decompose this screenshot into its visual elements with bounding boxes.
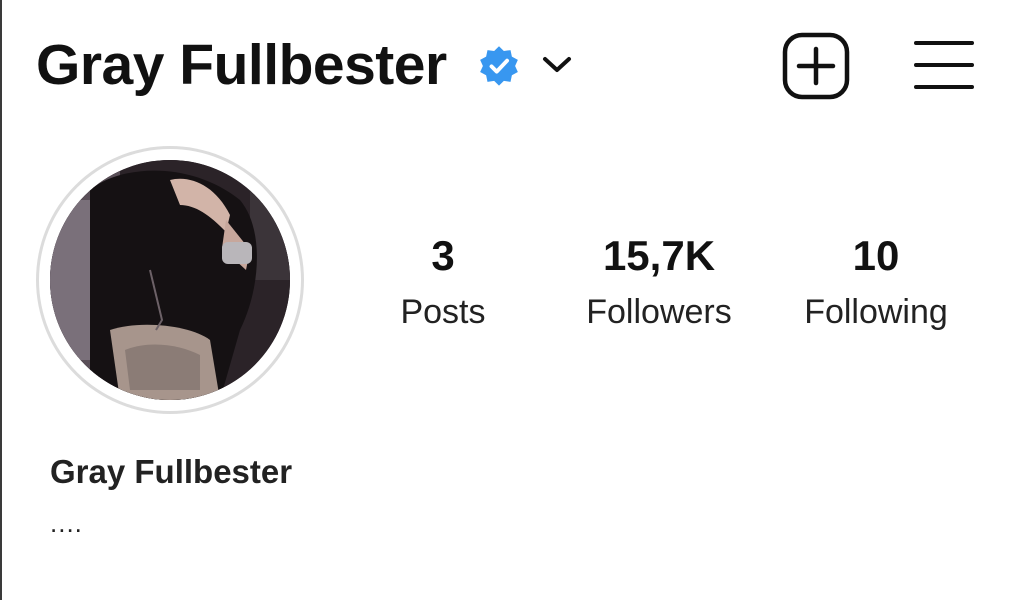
- avatar-photo: [50, 160, 290, 400]
- following-stat[interactable]: 10 Following: [776, 228, 976, 334]
- verified-badge-icon: [480, 46, 518, 86]
- following-label: Following: [804, 293, 948, 331]
- posts-stat[interactable]: 3 Posts: [343, 228, 543, 334]
- chevron-down-icon[interactable]: [538, 52, 576, 78]
- followers-count: 15,7K: [602, 232, 716, 279]
- username-title[interactable]: Gray Fullbester: [36, 28, 447, 102]
- avatar-ring[interactable]: [36, 146, 304, 414]
- followers-label: Followers: [586, 293, 732, 331]
- new-post-icon[interactable]: [780, 30, 852, 102]
- posts-count: 3: [431, 232, 455, 279]
- profile-bio: ....: [50, 508, 83, 538]
- profile-display-name: Gray Fullbester: [50, 453, 293, 490]
- profile-avatar[interactable]: [50, 160, 290, 400]
- posts-label: Posts: [400, 293, 486, 331]
- following-count: 10: [852, 232, 900, 279]
- profile-header: Gray Fullbester: [0, 0, 1017, 130]
- followers-stat[interactable]: 15,7K Followers: [559, 228, 759, 334]
- menu-icon[interactable]: [912, 38, 976, 92]
